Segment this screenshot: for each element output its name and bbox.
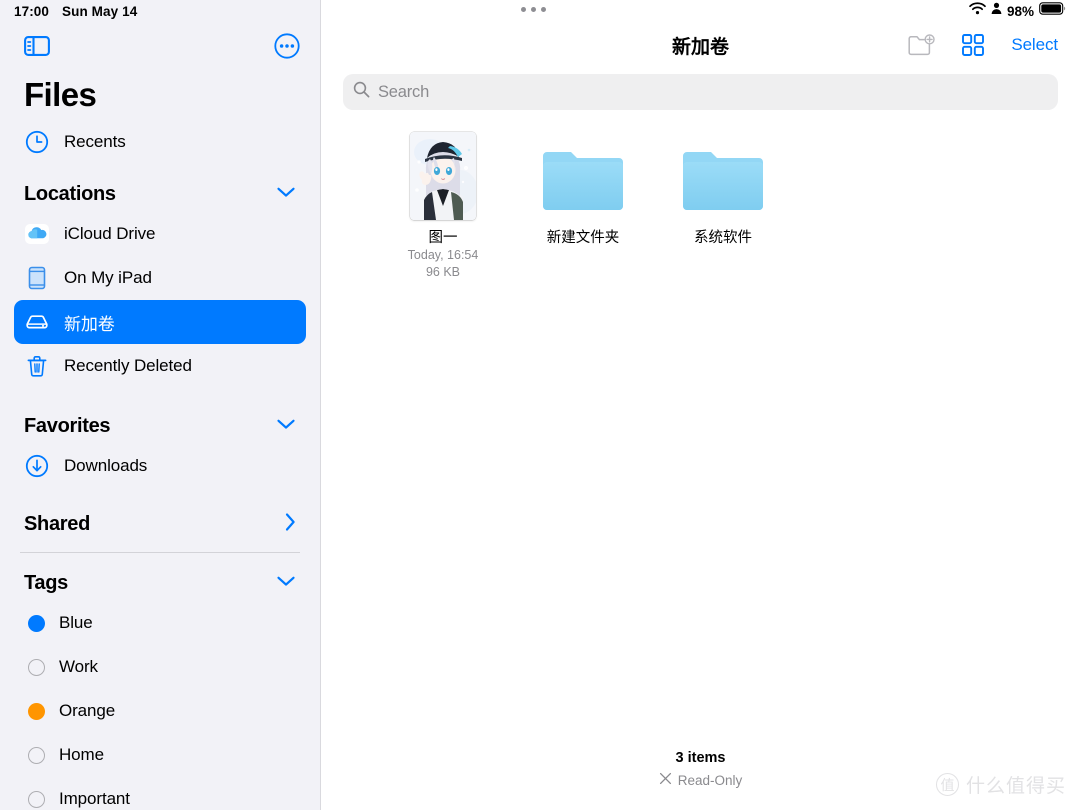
trash-icon: [24, 353, 50, 379]
section-header-shared[interactable]: Shared: [0, 506, 320, 542]
sidebar-toolbar: [0, 24, 320, 68]
drag-dot: [541, 7, 546, 12]
download-circle-icon: [24, 453, 50, 479]
main-status-bar: 98%: [321, 0, 1080, 22]
sidebar-tag-home[interactable]: Home: [14, 733, 306, 777]
sidebar-divider: [20, 552, 300, 553]
chevron-down-icon[interactable]: [276, 574, 296, 592]
status-date: Sun May 14: [62, 3, 138, 19]
search-icon: [353, 81, 370, 103]
chevron-right-icon[interactable]: [284, 512, 296, 537]
sidebar-toggle-icon[interactable]: [24, 36, 50, 56]
sidebar-item-label: Downloads: [64, 456, 148, 475]
sidebar-tag-blue[interactable]: Blue: [14, 601, 306, 645]
section-header-favorites[interactable]: Favorites: [0, 408, 320, 444]
drag-dot: [531, 7, 536, 12]
chevron-down-icon[interactable]: [276, 417, 296, 435]
item-name: 图一: [428, 230, 458, 246]
tag-color-dot: [28, 702, 45, 720]
chevron-down-icon[interactable]: [276, 185, 296, 203]
status-time: 17:00: [14, 3, 50, 19]
clock-icon: [24, 129, 50, 155]
tag-color-dot: [28, 746, 45, 764]
tag-color-dot: [28, 614, 45, 632]
sidebar-item-label: Recents: [64, 132, 126, 151]
person-icon: [991, 2, 1002, 20]
ipad-icon: [24, 265, 50, 291]
x-mark-icon: [659, 772, 672, 788]
sidebar-item-downloads[interactable]: Downloads: [14, 444, 306, 488]
sidebar-tag-important[interactable]: Important: [14, 777, 306, 810]
sidebar-item-icloud-drive[interactable]: iCloud Drive: [14, 212, 306, 256]
section-header-label: Locations: [24, 182, 116, 205]
drag-dot: [521, 7, 526, 12]
status-indicators: 98%: [969, 2, 1066, 20]
item-count: 3 items: [675, 750, 726, 766]
sidebar-tag-work[interactable]: Work: [14, 645, 306, 689]
sidebar-item-recents[interactable]: Recents: [14, 120, 306, 164]
icloud-icon: [24, 221, 50, 247]
tag-label: Orange: [59, 701, 116, 720]
folder-icon[interactable]: [540, 144, 626, 214]
select-button[interactable]: Select: [1011, 35, 1058, 55]
new-folder-icon[interactable]: [907, 33, 936, 57]
watermark: 值 什么值得买: [935, 771, 1066, 798]
sidebar-status-bar: 17:00 Sun May 14: [0, 0, 320, 22]
grid-item-folder[interactable]: 新建文件夹: [513, 132, 653, 281]
main-toolbar: 新加卷 Select: [321, 22, 1080, 68]
section-header-label: Tags: [24, 571, 68, 594]
sidebar-item-recently-deleted[interactable]: Recently Deleted: [14, 344, 306, 388]
sidebar-item-on-my-ipad[interactable]: On My iPad: [14, 256, 306, 300]
section-header-label: Favorites: [24, 414, 111, 437]
search-wrapper: Search: [321, 68, 1080, 110]
grid-view-icon[interactable]: [962, 34, 985, 56]
ipad-files-screen: 17:00 Sun May 14 Files Recents Locations…: [0, 0, 1080, 810]
section-header-label: Shared: [24, 512, 91, 535]
external-drive-icon: [24, 309, 50, 335]
wifi-icon: [969, 2, 986, 20]
grid-item-image[interactable]: 图一 Today, 16:54 96 KB: [373, 132, 513, 281]
file-grid: 图一 Today, 16:54 96 KB 新建文件夹 系统软件: [321, 110, 1080, 281]
anime-illustration: [410, 132, 476, 220]
tag-color-dot: [28, 658, 45, 676]
battery-percent: 98%: [1006, 3, 1034, 19]
battery-full-icon: [1039, 2, 1066, 20]
tag-color-dot: [28, 790, 45, 808]
main-content: 98% 新加卷 Select Search 图一 Today, 16:54 96…: [321, 0, 1080, 810]
read-only-label: Read-Only: [677, 772, 743, 788]
page-title: Files: [24, 76, 97, 113]
search-input[interactable]: Search: [343, 74, 1058, 110]
item-name: 系统软件: [694, 230, 752, 246]
sidebar-item-label: iCloud Drive: [64, 224, 156, 243]
folder-icon[interactable]: [680, 144, 766, 214]
item-size: 96 KB: [425, 265, 461, 279]
sidebar-item-xinjiajuan[interactable]: 新加卷: [14, 300, 306, 344]
tag-label: Work: [59, 657, 98, 676]
watermark-text: 什么值得买: [965, 776, 1066, 797]
tag-label: Blue: [59, 613, 93, 632]
sidebar-tag-orange[interactable]: Orange: [14, 689, 306, 733]
search-placeholder: Search: [378, 82, 430, 101]
item-date: Today, 16:54: [407, 248, 479, 262]
sidebar-item-label: On My iPad: [64, 268, 152, 287]
ellipsis-circle-icon[interactable]: [274, 33, 300, 59]
watermark-logo: 值: [935, 773, 959, 796]
read-only-status: Read-Only: [659, 772, 743, 788]
image-thumbnail[interactable]: [410, 132, 476, 220]
item-name: 新建文件夹: [546, 230, 620, 246]
tag-label: Important: [59, 789, 130, 808]
section-header-tags[interactable]: Tags: [0, 565, 320, 601]
section-header-locations[interactable]: Locations: [0, 176, 320, 212]
sidebar-item-label: Recently Deleted: [64, 356, 192, 375]
grid-item-folder[interactable]: 系统软件: [653, 132, 793, 281]
sidebar: 17:00 Sun May 14 Files Recents Locations…: [0, 0, 321, 810]
window-drag-handle[interactable]: [521, 7, 546, 12]
toolbar-actions: Select: [907, 33, 1058, 57]
sidebar-item-label: 新加卷: [64, 314, 115, 334]
tag-label: Home: [59, 745, 104, 764]
